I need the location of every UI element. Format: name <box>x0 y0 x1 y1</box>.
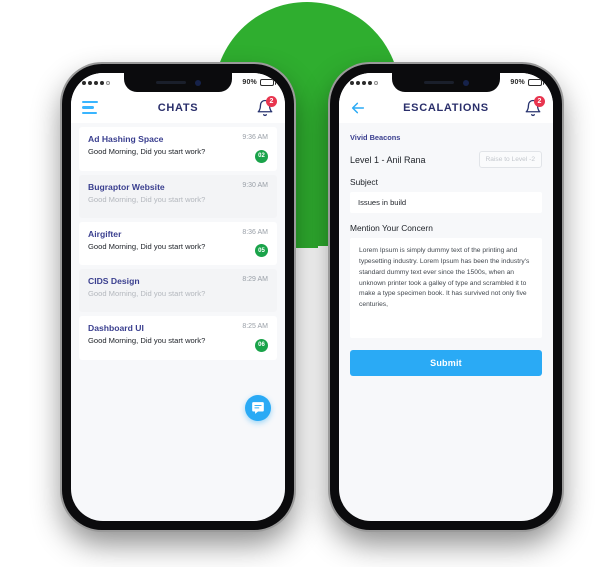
front-camera-icon <box>462 79 469 86</box>
chat-name: Dashboard UI <box>88 323 144 333</box>
new-chat-fab-button[interactable] <box>245 395 271 421</box>
signal-strength-icon <box>82 80 110 85</box>
right-phone-notch <box>392 73 500 92</box>
concern-field-label: Mention Your Concern <box>350 223 433 233</box>
chat-timestamp: 9:36 AM <box>242 134 268 141</box>
signal-strength-icon <box>350 80 378 85</box>
earpiece-speaker-icon <box>423 81 454 84</box>
raise-to-level-2-button[interactable]: Raise to Level -2 <box>478 151 542 168</box>
screenshot-stage: 90% CHATS 2 Ad Hashing Space Good Mornin… <box>0 0 596 567</box>
chat-list-item[interactable]: CIDS Design Good Morning, Did you start … <box>79 269 277 312</box>
subject-field-label: Subject <box>350 177 378 187</box>
concern-textarea[interactable]: Lorem Ipsum is simply dummy text of the … <box>350 238 542 338</box>
page-title: ESCALATIONS <box>403 101 489 114</box>
unread-count-badge: 05 <box>255 244 268 257</box>
battery-status: 90% <box>242 79 276 86</box>
unread-count-badge: 02 <box>255 149 268 163</box>
chat-name: Bugraptor Website <box>88 181 165 192</box>
subject-input[interactable]: Issues in build <box>350 192 542 213</box>
chat-list: Ad Hashing Space Good Morning, Did you s… <box>71 123 285 360</box>
chat-list-item[interactable]: Dashboard UI Good Morning, Did you start… <box>79 316 277 360</box>
battery-icon <box>528 79 544 86</box>
submit-button[interactable]: Submit <box>350 350 542 376</box>
chat-list-item[interactable]: Bugraptor Website Good Morning, Did you … <box>79 174 277 218</box>
chat-timestamp: 8:29 AM <box>242 276 268 283</box>
chat-bubble-icon <box>252 402 264 414</box>
chat-timestamp: 9:30 AM <box>242 181 268 189</box>
right-phone-device: 90% ESCALATIONS 2 Vivid Beacons Level 1 … <box>330 64 562 530</box>
battery-icon <box>260 79 276 86</box>
left-phone-screen: 90% CHATS 2 Ad Hashing Space Good Mornin… <box>71 73 285 521</box>
chat-timestamp: 8:25 AM <box>242 323 268 330</box>
battery-percent-label: 90% <box>510 79 525 86</box>
chat-list-item[interactable]: Ad Hashing Space Good Morning, Did you s… <box>79 127 277 171</box>
notification-bell-button[interactable]: 2 <box>524 95 545 117</box>
company-name-label: Vivid Beacons <box>350 133 401 142</box>
back-button[interactable] <box>350 100 366 116</box>
notification-badge: 2 <box>266 95 277 107</box>
chat-preview-message: Good Morning, Did you start work? <box>88 241 206 251</box>
battery-percent-label: 90% <box>242 79 257 86</box>
chat-timestamp: 8:36 AM <box>242 228 268 236</box>
chat-name: Airgifter <box>88 228 122 239</box>
chat-preview-message: Good Morning, Did you start work? <box>88 336 206 345</box>
chat-preview-message: Good Morning, Did you start work? <box>88 194 206 204</box>
earpiece-speaker-icon <box>155 81 186 84</box>
notification-badge: 2 <box>534 95 545 107</box>
right-phone-screen: 90% ESCALATIONS 2 Vivid Beacons Level 1 … <box>339 73 553 521</box>
battery-status: 90% <box>510 79 544 86</box>
escalation-level-row: Level 1 - Anil Rana Raise to Level -2 <box>350 151 542 168</box>
back-arrow-icon <box>351 102 365 113</box>
page-title: CHATS <box>157 101 199 114</box>
chat-name: CIDS Design <box>88 276 140 286</box>
chat-preview-message: Good Morning, Did you start work? <box>88 289 206 298</box>
unread-count-badge: 06 <box>255 338 268 352</box>
front-camera-icon <box>194 79 201 86</box>
escalation-form: Vivid Beacons Level 1 - Anil Rana Raise … <box>339 123 553 376</box>
hamburger-menu-icon[interactable] <box>82 100 98 115</box>
left-phone-device: 90% CHATS 2 Ad Hashing Space Good Mornin… <box>62 64 294 530</box>
left-phone-notch <box>124 73 232 92</box>
left-app-bar: CHATS 2 <box>71 92 285 123</box>
chat-name: Ad Hashing Space <box>88 134 164 144</box>
green-background-stem <box>292 120 318 248</box>
notification-bell-button[interactable]: 2 <box>256 95 277 117</box>
right-app-bar: ESCALATIONS 2 <box>339 92 553 123</box>
escalation-level-label: Level 1 - Anil Rana <box>350 154 426 165</box>
chat-list-item[interactable]: Airgifter Good Morning, Did you start wo… <box>79 221 277 265</box>
chat-preview-message: Good Morning, Did you start work? <box>88 147 206 156</box>
